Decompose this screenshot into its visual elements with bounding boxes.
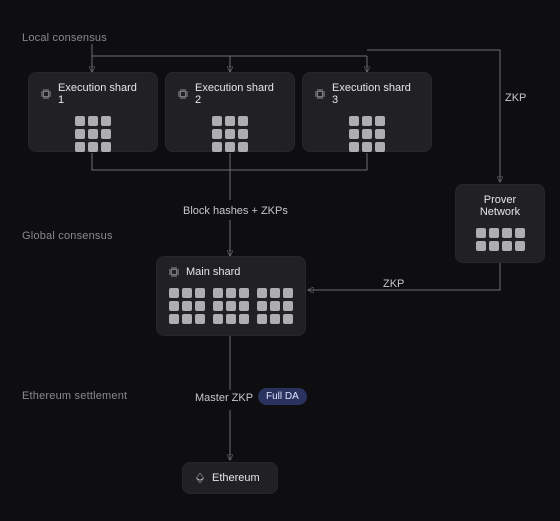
block-grid — [314, 116, 420, 152]
diagram-root: Local consensus Global consensus Ethereu… — [0, 0, 560, 521]
edge-label-zkp-main: ZKP — [383, 278, 404, 290]
block-grid — [40, 116, 146, 152]
shard-title: Execution shard 2 — [195, 82, 283, 106]
ethereum-title: Ethereum — [212, 472, 260, 484]
execution-shard-3: Execution shard 3 — [302, 72, 432, 152]
execution-shard-1: Execution shard 1 — [28, 72, 158, 152]
main-block-grid — [168, 288, 294, 324]
ethereum-node: Ethereum — [182, 462, 278, 494]
section-label-global: Global consensus — [22, 230, 113, 242]
edge-label-block-hashes: Block hashes + ZKPs — [183, 205, 288, 217]
aperture-icon — [40, 88, 52, 100]
aperture-icon — [168, 266, 180, 278]
section-label-settlement: Ethereum settlement — [22, 390, 127, 402]
prover-network: Prover Network — [455, 184, 545, 263]
edge-label-zkp-top: ZKP — [505, 92, 526, 104]
main-shard-title: Main shard — [186, 266, 240, 278]
block-grid — [177, 116, 283, 152]
block-grid — [467, 228, 533, 251]
prover-title: Prover Network — [467, 194, 533, 218]
section-label-local: Local consensus — [22, 32, 107, 44]
full-da-pill: Full DA — [258, 388, 307, 405]
edge-label-master-zkp: Master ZKP — [195, 392, 253, 404]
main-shard: Main shard — [156, 256, 306, 336]
aperture-icon — [177, 88, 189, 100]
ethereum-icon — [194, 472, 206, 484]
execution-shard-2: Execution shard 2 — [165, 72, 295, 152]
shard-title: Execution shard 3 — [332, 82, 420, 106]
shard-title: Execution shard 1 — [58, 82, 146, 106]
aperture-icon — [314, 88, 326, 100]
